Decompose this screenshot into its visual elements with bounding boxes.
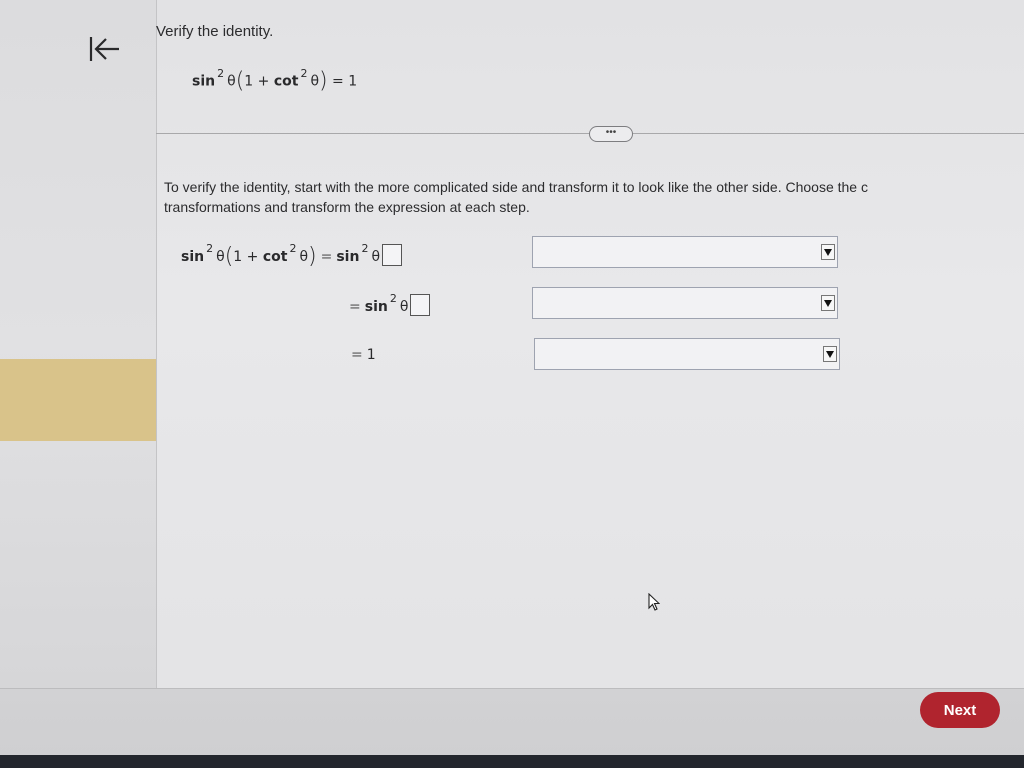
dropdown-arrow-icon[interactable] xyxy=(821,295,835,311)
exponent: 2 xyxy=(300,67,308,80)
close-paren: ) xyxy=(319,68,328,94)
bottom-bar xyxy=(0,688,1024,755)
answer-input-2[interactable] xyxy=(410,294,431,316)
theta: θ xyxy=(299,249,309,265)
sin-function: sin xyxy=(336,249,360,265)
theta: θ xyxy=(216,249,225,265)
sin-function: sin xyxy=(181,249,205,265)
step-2: = sin2θ xyxy=(345,292,431,316)
equals-sign: = xyxy=(320,249,333,265)
instructions: To verify the identity, start with the m… xyxy=(164,177,1024,217)
question-title: Verify the identity. xyxy=(156,23,274,40)
equals-sign: = xyxy=(351,347,363,363)
more-options-button[interactable]: ••• xyxy=(589,126,633,142)
exponent: 2 xyxy=(389,292,397,306)
exponent: 2 xyxy=(361,242,369,256)
exponent: 2 xyxy=(217,67,225,80)
exponent: 2 xyxy=(206,242,214,256)
theta: θ xyxy=(227,73,236,90)
next-button[interactable]: Next xyxy=(920,692,1000,728)
instructions-line-1: To verify the identity, start with the m… xyxy=(164,179,868,195)
cot-function: cot xyxy=(273,73,299,90)
transformation-dropdown-3[interactable] xyxy=(534,338,840,370)
transformation-dropdown-2[interactable] xyxy=(532,287,838,319)
rail-highlight xyxy=(0,359,156,441)
theta: θ xyxy=(399,299,409,315)
theta: θ xyxy=(310,73,320,90)
dropdown-arrow-icon[interactable] xyxy=(823,346,837,362)
one-plus: 1 + xyxy=(244,73,274,90)
transformation-dropdown-1[interactable] xyxy=(532,236,838,268)
rail-divider xyxy=(156,0,157,690)
equals-sign: = xyxy=(349,299,361,315)
screen-bezel xyxy=(0,755,1024,768)
collapse-left-arrow-icon[interactable] xyxy=(88,34,122,64)
left-rail xyxy=(0,0,156,690)
identity-expression: sin2θ(1 + cot2θ) = 1 xyxy=(192,67,358,94)
close-paren: ) xyxy=(308,244,317,269)
sin-function: sin xyxy=(192,73,216,90)
mouse-cursor-icon xyxy=(648,592,661,611)
one-plus: 1 + xyxy=(233,249,263,265)
step-3: = 1 xyxy=(347,347,376,363)
sin-function: sin xyxy=(364,299,388,315)
step-1: sin2θ(1 + cot2θ) = sin2θ xyxy=(181,242,403,269)
theta: θ xyxy=(371,249,381,265)
open-paren: ( xyxy=(235,68,245,94)
open-paren: ( xyxy=(224,244,234,269)
dropdown-arrow-icon[interactable] xyxy=(821,244,835,260)
instructions-line-2: transformations and transform the expres… xyxy=(164,199,530,215)
screen: Verify the identity. sin2θ(1 + cot2θ) = … xyxy=(0,0,1024,755)
step-3-value: 1 xyxy=(366,347,376,363)
cot-function: cot xyxy=(262,249,288,265)
answer-input-1[interactable] xyxy=(382,244,403,266)
exponent: 2 xyxy=(289,242,297,256)
identity-rhs: = 1 xyxy=(327,73,358,90)
